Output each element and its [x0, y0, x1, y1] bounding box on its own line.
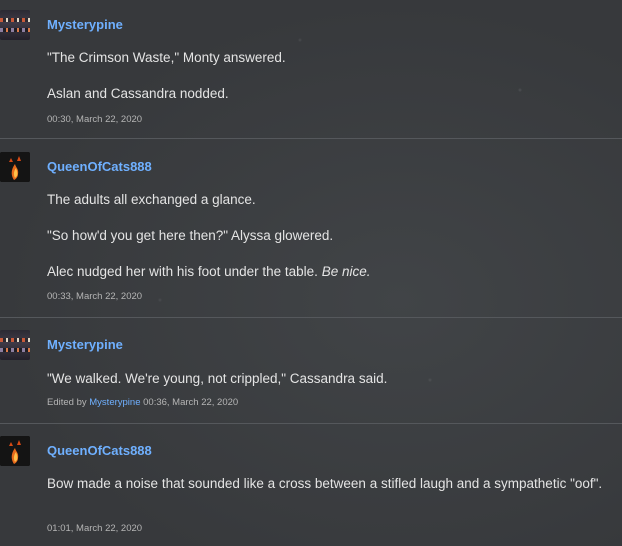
flame-cat-icon [0, 152, 30, 182]
post-text-line: Bow made a noise that sounded like a cro… [47, 476, 603, 491]
post-timestamp: 00:30, March 22, 2020 [47, 114, 143, 125]
avatar-queenofcats[interactable] [0, 152, 30, 182]
post-username[interactable]: QueenOfCats888 [47, 443, 152, 458]
post-timestamp: 00:36, March 22, 2020 [143, 397, 239, 408]
post-divider [0, 317, 622, 318]
post-text-line: Alec nudged her with his foot under the … [47, 264, 370, 279]
edited-by-user-link[interactable]: Mysterypine [89, 397, 140, 408]
flame-cat-icon [0, 436, 30, 466]
post-text-segment: Alec nudged her with his foot under the … [47, 264, 318, 279]
post-username[interactable]: QueenOfCats888 [47, 159, 152, 174]
post-text-line: "We walked. We're young, not crippled," … [47, 371, 388, 386]
post-text-line: "The Crimson Waste," Monty answered. [47, 50, 286, 65]
post-text-emphasis: Be nice. [321, 264, 371, 279]
post-divider [0, 138, 622, 139]
post-username[interactable]: Mysterypine [47, 17, 123, 32]
post-timestamp: 00:33, March 22, 2020 [47, 291, 143, 302]
post-text-line: "So how'd you get here then?" Alyssa glo… [47, 228, 334, 243]
post-divider [0, 423, 622, 424]
post-username[interactable]: Mysterypine [47, 337, 123, 352]
edited-by-label: Edited by [47, 397, 87, 408]
avatar-mysterypine[interactable] [0, 330, 30, 360]
post-text-line: Aslan and Cassandra nodded. [47, 86, 229, 101]
post-edit-info: Edited by Mysterypine 00:36, March 22, 2… [47, 397, 238, 408]
avatar-mysterypine[interactable] [0, 10, 30, 40]
post-timestamp: 01:01, March 22, 2020 [47, 523, 143, 534]
avatar-queenofcats[interactable] [0, 436, 30, 466]
post-text-line: The adults all exchanged a glance. [47, 192, 256, 207]
